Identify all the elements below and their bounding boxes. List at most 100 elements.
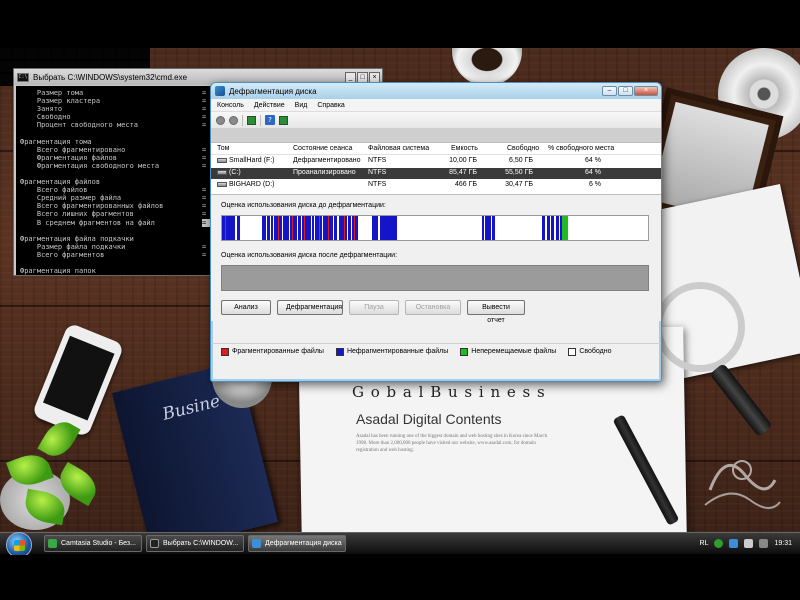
maximize-icon[interactable]: □ (618, 86, 633, 96)
session-state-text: Дефрагментировано (293, 157, 361, 164)
top-letterbox (0, 0, 800, 48)
free-space-text: 55,50 ГБ (505, 169, 533, 176)
cluster-segment-free (240, 216, 262, 240)
free-space: 6,50 ГБ (509, 157, 533, 164)
taskbar-item-camtasia[interactable]: Camtasia Studio - Без... (44, 535, 142, 552)
legend-swatch (335, 347, 344, 356)
volume-name-text: BIGHARD (D:) (229, 181, 275, 188)
back-icon[interactable] (216, 115, 225, 125)
menu-help[interactable]: Справка (317, 102, 344, 109)
paper-body: Asadal has been running one of the bigge… (356, 434, 548, 453)
volume-name: (C:) (217, 169, 241, 176)
cmd-line-label: Занято (20, 105, 63, 114)
minimize-icon[interactable]: _ (345, 71, 356, 83)
table-row[interactable]: (C:) Проанализировано NTFS 85,47 ГБ 55,50 ГБ… (211, 168, 661, 179)
menu-action[interactable]: Действие (254, 102, 285, 109)
capacity: 85,47 ГБ (449, 169, 477, 176)
free-space: 30,47 ГБ (505, 181, 533, 188)
volume-name: SmallHard (F:) (217, 157, 275, 164)
stop-button[interactable]: Остановка (405, 300, 461, 315)
console-tree-icon[interactable] (247, 115, 256, 125)
col-fs-header[interactable]: Файловая система (368, 145, 429, 152)
capacity-text: 10,00 ГБ (449, 157, 477, 164)
cmd-line-label: Свободно (20, 113, 71, 122)
close-icon[interactable]: × (369, 71, 380, 83)
monitor-icon[interactable] (759, 539, 769, 548)
table-row[interactable]: SmallHard (F:) Дефрагментировано NTFS 10,00… (211, 156, 661, 167)
free-percent: 64 % (585, 157, 601, 164)
free-space-text: 6,50 ГБ (509, 157, 533, 164)
help-icon[interactable]: ? (265, 115, 275, 125)
taskbar-item-defrag[interactable]: Дефрагментация диска (248, 535, 346, 552)
capacity: 10,00 ГБ (449, 157, 477, 164)
cmd-line-label: Всего лишних фрагментов (20, 210, 134, 219)
properties-icon[interactable] (279, 115, 288, 125)
col-free-header[interactable]: Свободно (507, 145, 539, 152)
col-state-header[interactable]: Состояние сеанса (293, 145, 352, 152)
cmd-line-label: Размер кластера (20, 97, 101, 106)
toolbar-separator (260, 114, 261, 126)
cmd-line-label: Фрагментация файлов (20, 153, 117, 162)
report-button[interactable]: Вывести отчет (467, 300, 525, 324)
col-volume-header[interactable]: Том (217, 145, 229, 152)
console-icon (150, 539, 159, 548)
col-pct-header[interactable]: % свободного места (548, 145, 614, 152)
network-icon[interactable] (714, 539, 724, 548)
taskbar-item-label: Выбрать C:\WINDOW... (163, 540, 239, 547)
legend-label: Фрагментированные файлы (232, 348, 324, 355)
volume-name: BIGHARD (D:) (217, 181, 275, 188)
file-system: NTFS (368, 157, 386, 164)
legend-swatch (221, 347, 229, 356)
free-percent-text: 64 % (585, 169, 601, 176)
cmd-line-label: Фрагментация файлов (20, 178, 101, 187)
file-system-text: NTFS (368, 169, 387, 176)
header-strip (211, 129, 661, 143)
cluster-segment-contiguous (380, 216, 397, 240)
color-legend: Фрагментированные файлы Нефрагментирован… (211, 343, 661, 359)
cmd-line-label: Фрагментация тома (20, 137, 92, 146)
legend-unmovable: Неперемещаемые файлы (460, 347, 557, 356)
pause-button[interactable]: Пауза (349, 300, 399, 315)
analysis-area: Оценка использования диска до дефрагмент… (211, 195, 661, 324)
table-row[interactable]: BIGHARD (D:) NTFS 466 ГБ 30,47 ГБ 6 % (211, 180, 661, 191)
free-percent: 64 % (585, 169, 601, 176)
cmd-line-label: Фрагментация папок (20, 267, 96, 275)
free-percent-text: 64 % (585, 157, 601, 164)
drive-icon (217, 157, 227, 163)
session-state: Дефрагментировано (293, 157, 361, 164)
tray-app-icon[interactable] (729, 539, 739, 548)
defrag-title-text: Дефрагментация диска (229, 86, 317, 96)
legend-swatch (460, 347, 469, 356)
forward-icon[interactable] (229, 115, 238, 125)
cmd-line-label: В среднем фрагментов на файл (20, 218, 155, 227)
language-indicator[interactable]: RL (700, 540, 709, 547)
cmd-line-label: Средний размер файла (20, 194, 122, 203)
minimize-icon[interactable]: – (602, 86, 617, 96)
legend-fragmented: Фрагментированные файлы (221, 347, 324, 356)
drive-icon (217, 169, 227, 175)
defrag-window[interactable]: Дефрагментация диска – □ × Консоль Дейст… (210, 82, 662, 382)
close-icon[interactable]: × (634, 86, 658, 96)
legend-swatch (568, 347, 577, 356)
bottom-letterbox (0, 555, 800, 600)
console-icon: C:\ (17, 72, 29, 82)
col-capacity-header[interactable]: Емкость (451, 145, 478, 152)
maximize-icon[interactable]: □ (357, 71, 368, 83)
defrag-titlebar[interactable]: Дефрагментация диска – □ × (211, 83, 661, 99)
clock[interactable]: 19:31 (774, 540, 792, 547)
taskbar-item-label: Дефрагментация диска (265, 540, 342, 547)
cluster-segment-free (397, 216, 482, 240)
file-system-text: NTFS (368, 181, 387, 188)
cmd-title-text: Выбрать C:\WINDOWS\system32\cmd.exe (33, 72, 188, 82)
volume-name-text: (C:) (229, 169, 241, 176)
volume-icon[interactable] (744, 539, 754, 548)
legend-label: Неперемещаемые файлы (471, 348, 557, 355)
defragment-button[interactable]: Дефрагментация (277, 300, 343, 315)
menu-view[interactable]: Вид (295, 102, 308, 109)
taskbar-item-cmd[interactable]: Выбрать C:\WINDOW... (146, 535, 244, 552)
analyze-button[interactable]: Анализ (221, 300, 271, 315)
menu-console[interactable]: Консоль (217, 102, 244, 109)
volume-table: Том Состояние сеанса Файловая система Ем… (211, 143, 661, 195)
menu-bar: Консоль Действие Вид Справка (211, 99, 661, 112)
volume-name-text: SmallHard (F:) (229, 157, 275, 164)
